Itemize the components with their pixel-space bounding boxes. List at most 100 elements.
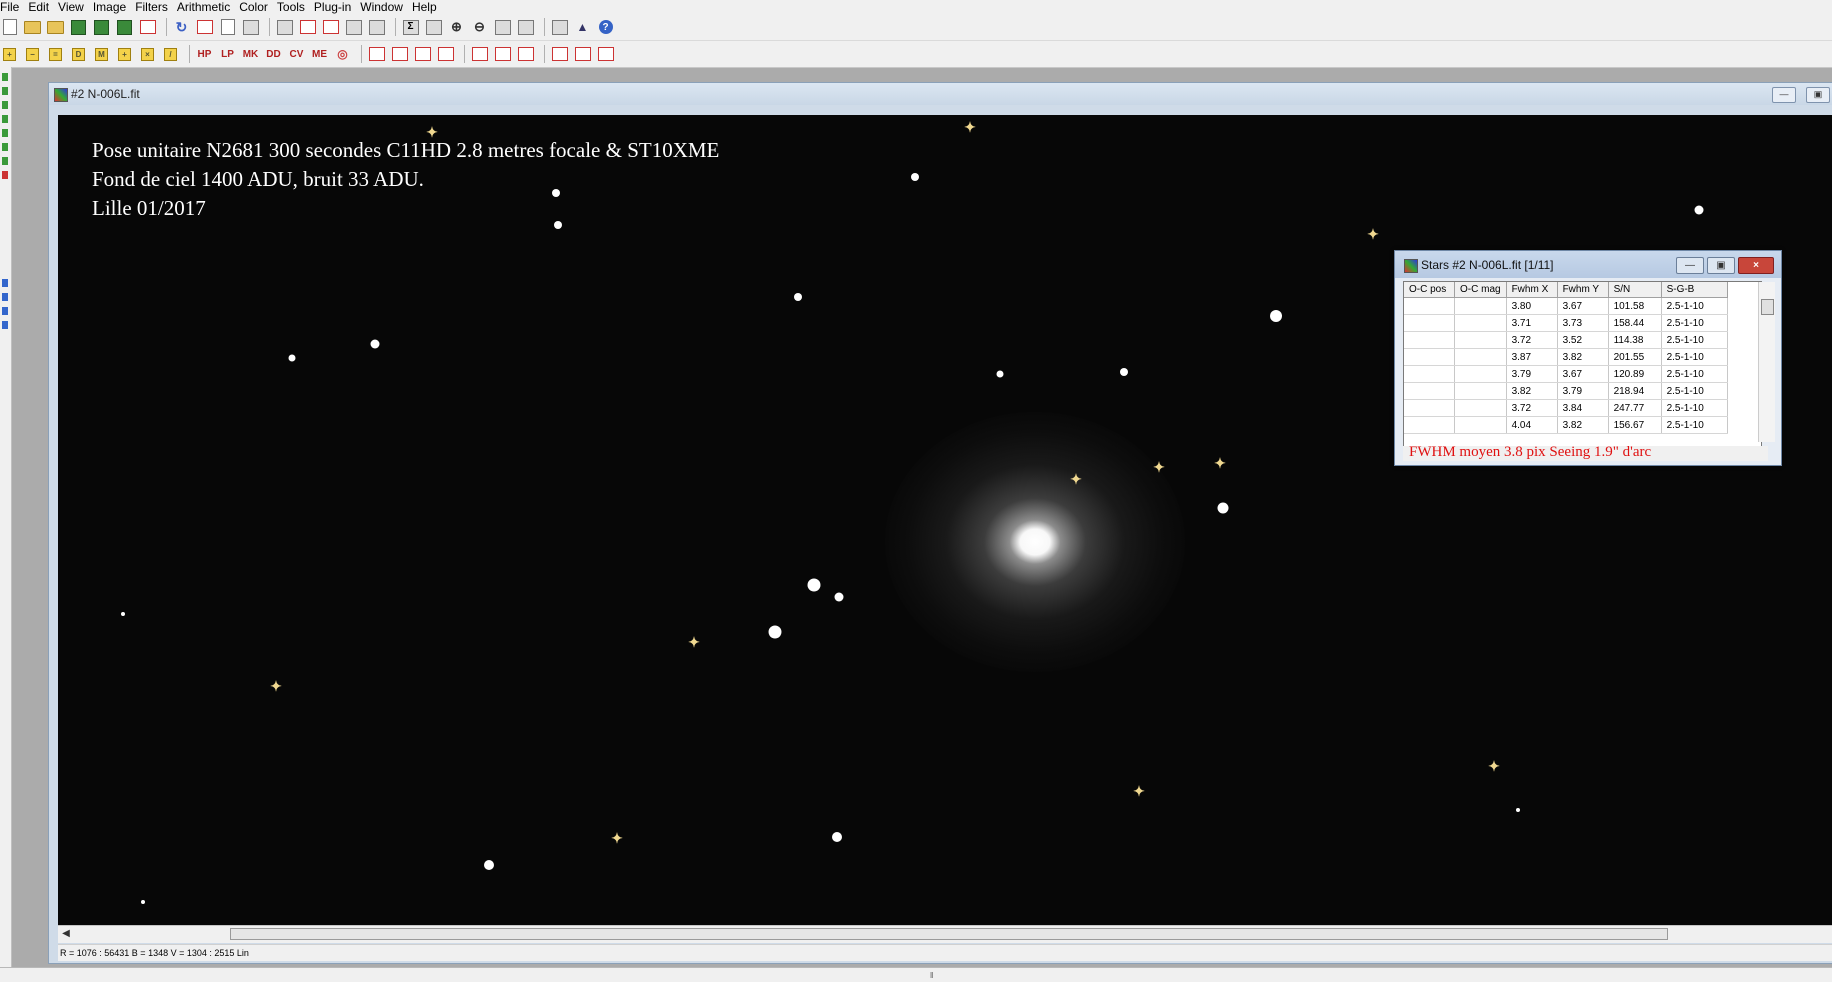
menu-tools[interactable]: Tools xyxy=(277,0,314,14)
column-header[interactable]: S-G-B xyxy=(1661,282,1728,298)
menu-plugin[interactable]: Plug-in xyxy=(314,0,360,14)
menu-edit[interactable]: Edit xyxy=(28,0,58,14)
curve-button[interactable] xyxy=(321,19,340,36)
image-horizontal-scrollbar[interactable]: ◀ xyxy=(58,925,1832,943)
tool-add-button[interactable]: + xyxy=(0,46,19,63)
resample-button[interactable] xyxy=(436,46,455,63)
astro-image[interactable]: Pose unitaire N2681 300 secondes C11HD 2… xyxy=(58,115,1832,925)
open-sequence-button[interactable] xyxy=(46,19,65,36)
frame-button[interactable] xyxy=(516,19,535,36)
tool-plus2-button[interactable]: + xyxy=(115,46,134,63)
rotate-button[interactable] xyxy=(390,46,409,63)
unsharp-mask-button[interactable]: MK xyxy=(241,46,260,63)
minimize-button[interactable]: — xyxy=(1772,87,1796,103)
table-row[interactable]: 3.87 3.82 201.55 2.5-1-10 xyxy=(1404,348,1728,366)
table-row[interactable]: 3.71 3.73 158.44 2.5-1-10 xyxy=(1404,314,1728,332)
menu-arithmetic[interactable]: Arithmetic xyxy=(177,0,239,14)
side-tool-icon[interactable] xyxy=(2,307,8,315)
side-tool-icon[interactable] xyxy=(2,115,8,123)
side-tool-icon[interactable] xyxy=(2,321,8,329)
column-header[interactable]: O-C mag xyxy=(1454,282,1507,298)
minimize-button[interactable]: — xyxy=(1676,257,1704,274)
zoom-out-button[interactable]: ⊖ xyxy=(470,19,489,36)
side-tool-icon[interactable] xyxy=(2,101,8,109)
table-row[interactable]: 3.79 3.67 120.89 2.5-1-10 xyxy=(1404,365,1728,383)
high-pass-button[interactable]: HP xyxy=(195,46,214,63)
table-row[interactable]: 3.80 3.67 101.58 2.5-1-10 xyxy=(1404,297,1728,315)
menu-filters[interactable]: Filters xyxy=(135,0,177,14)
column-header[interactable]: S/N xyxy=(1608,282,1662,298)
close-button[interactable]: × xyxy=(1738,257,1774,274)
menu-help[interactable]: Help xyxy=(412,0,446,14)
maximize-button[interactable]: ▣ xyxy=(1707,257,1735,274)
binoculars-button[interactable]: ▲ xyxy=(573,19,592,36)
display-button[interactable] xyxy=(367,19,386,36)
view-button[interactable] xyxy=(424,19,443,36)
save-button[interactable] xyxy=(69,19,88,36)
histogram-button[interactable] xyxy=(298,19,317,36)
scroll-left-icon[interactable]: ◀ xyxy=(60,928,72,940)
paste-button[interactable] xyxy=(241,19,260,36)
menu-view[interactable]: View xyxy=(58,0,93,14)
side-tool-icon[interactable] xyxy=(2,293,8,301)
column-header[interactable]: Fwhm X xyxy=(1506,282,1558,298)
palette-button[interactable] xyxy=(344,19,363,36)
side-tool-icon[interactable] xyxy=(2,73,8,81)
align-button[interactable] xyxy=(550,19,569,36)
grid-2-button[interactable] xyxy=(573,46,592,63)
low-pass-button[interactable]: LP xyxy=(218,46,237,63)
convolution-button[interactable]: CV xyxy=(287,46,306,63)
side-tool-icon[interactable] xyxy=(2,143,8,151)
open-button[interactable] xyxy=(23,19,42,36)
menu-window[interactable]: Window xyxy=(360,0,412,14)
tool-slash-button[interactable]: / xyxy=(161,46,180,63)
tool-sub-button[interactable]: − xyxy=(23,46,42,63)
tool-x-button[interactable]: × xyxy=(138,46,157,63)
sum-button[interactable]: Σ xyxy=(401,19,420,36)
side-tool-icon[interactable] xyxy=(2,279,8,287)
zoom-in-button[interactable]: ⊕ xyxy=(447,19,466,36)
window-split-button[interactable] xyxy=(516,46,535,63)
menu-color[interactable]: Color xyxy=(239,0,277,14)
side-tool-icon[interactable] xyxy=(2,157,8,165)
tool-d-button[interactable]: D xyxy=(69,46,88,63)
tool-m-button[interactable]: M xyxy=(92,46,111,63)
grid-1-button[interactable] xyxy=(550,46,569,63)
zoom-window-button[interactable] xyxy=(275,19,294,36)
copy-button[interactable] xyxy=(218,19,237,36)
help-button[interactable]: ? xyxy=(596,19,615,36)
column-header[interactable]: Fwhm Y xyxy=(1557,282,1609,298)
ddp-button[interactable]: DD xyxy=(264,46,283,63)
stars-dialog-titlebar[interactable]: Stars #2 N-006L.fit [1/11] — ▣ × xyxy=(1395,251,1781,278)
image-window-titlebar[interactable]: #2 N-006L.fit — ▣ xyxy=(49,83,1832,105)
stars-table[interactable]: O-C pos O-C mag Fwhm X Fwhm Y S/N S-G-B … xyxy=(1403,281,1762,449)
window-cascade-button[interactable] xyxy=(470,46,489,63)
table-row[interactable]: 3.72 3.84 247.77 2.5-1-10 xyxy=(1404,399,1728,417)
mirror-button[interactable] xyxy=(413,46,432,63)
stars-table-scrollbar[interactable] xyxy=(1758,282,1775,442)
window-open-button[interactable] xyxy=(493,46,512,63)
table-row[interactable]: 4.04 3.82 156.67 2.5-1-10 xyxy=(1404,416,1728,434)
column-header[interactable]: O-C pos xyxy=(1404,282,1455,298)
scrollbar-thumb[interactable] xyxy=(230,928,1668,940)
crop-button[interactable] xyxy=(367,46,386,63)
monitor-button[interactable] xyxy=(493,19,512,36)
table-row[interactable]: 3.72 3.52 114.38 2.5-1-10 xyxy=(1404,331,1728,349)
menu-image[interactable]: Image xyxy=(93,0,135,14)
save-as-button[interactable] xyxy=(92,19,111,36)
close-file-button[interactable] xyxy=(138,19,157,36)
median-button[interactable]: ME xyxy=(310,46,329,63)
grid-3-button[interactable] xyxy=(596,46,615,63)
tool-mul-button[interactable]: = xyxy=(46,46,65,63)
refresh-button[interactable]: ↻ xyxy=(172,19,191,36)
new-file-button[interactable] xyxy=(0,19,19,36)
restore-button[interactable]: ▣ xyxy=(1806,87,1830,103)
side-tool-icon[interactable] xyxy=(2,171,8,179)
side-tool-icon[interactable] xyxy=(2,87,8,95)
side-tool-icon[interactable] xyxy=(2,129,8,137)
cut-button[interactable] xyxy=(195,19,214,36)
menu-file[interactable]: File xyxy=(0,0,28,14)
bottom-scrollbar[interactable]: ‖ xyxy=(0,967,1832,982)
scrollbar-thumb[interactable] xyxy=(1761,299,1774,315)
save-all-button[interactable] xyxy=(115,19,134,36)
